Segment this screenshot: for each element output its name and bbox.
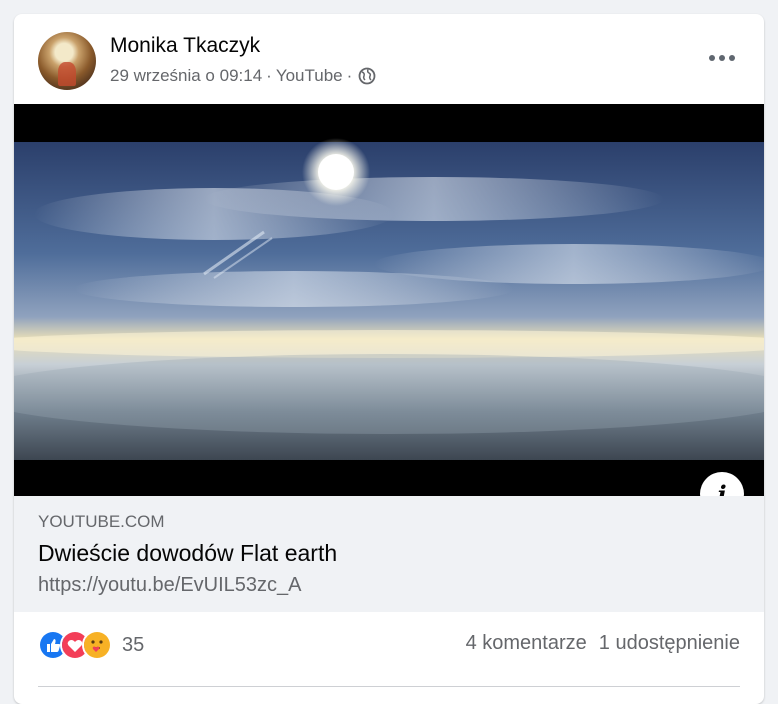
meta-separator: · [266, 66, 272, 85]
more-options-icon[interactable] [702, 44, 742, 72]
link-url[interactable]: https://youtu.be/EvUIL53zc_A [38, 574, 302, 597]
link-domain: YOUTUBE.COM [38, 512, 165, 531]
post-source: YouTube [275, 66, 343, 85]
shares-count[interactable]: 1 udostępnienie [599, 632, 740, 655]
globe-icon[interactable] [358, 67, 376, 85]
author-name[interactable]: Monika Tkaczyk [110, 34, 260, 58]
post-meta: 29 września o 09:14 · YouTube · [110, 66, 376, 86]
care-icon [82, 630, 112, 660]
post-header: Monika Tkaczyk 29 września o 09:14 · You… [14, 14, 764, 104]
post-card: Monika Tkaczyk 29 września o 09:14 · You… [14, 14, 764, 704]
link-preview[interactable]: YOUTUBE.COM Dwieście dowodów Flat earth … [14, 496, 764, 612]
avatar[interactable] [38, 32, 96, 90]
reactions-summary[interactable]: 35 [38, 630, 144, 660]
post-date[interactable]: 29 września o 09:14 [110, 66, 262, 86]
comments-count[interactable]: 4 komentarze [466, 632, 587, 655]
link-title[interactable]: Dwieście dowodów Flat earth [38, 540, 337, 567]
video-thumbnail[interactable] [14, 104, 764, 496]
post-stats: 4 komentarze 1 udostępnienie [466, 632, 740, 655]
footer-divider [38, 686, 740, 687]
sky-image [14, 104, 764, 496]
post-footer: 35 4 komentarze 1 udostępnienie [14, 612, 764, 682]
reaction-count: 35 [122, 633, 145, 656]
meta-separator: · [346, 66, 353, 85]
